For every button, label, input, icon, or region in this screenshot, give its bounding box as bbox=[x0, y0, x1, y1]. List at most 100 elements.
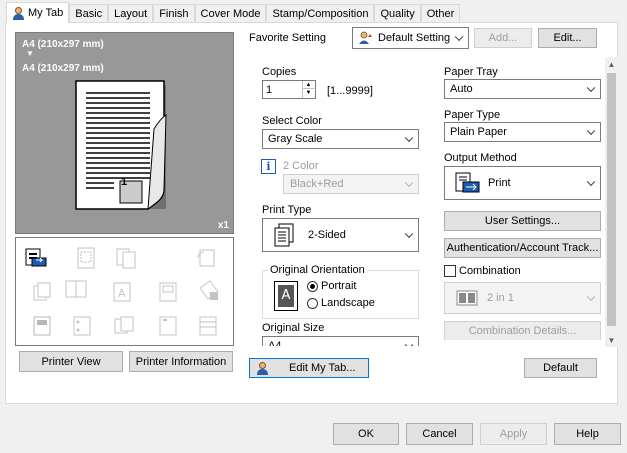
edit-favorite-button[interactable]: Edit... bbox=[538, 28, 597, 48]
output-method-dropdown[interactable]: Print bbox=[444, 166, 601, 200]
scroll-up-icon[interactable]: ▲ bbox=[605, 57, 618, 71]
tab-label: Finish bbox=[159, 7, 189, 20]
cancel-button[interactable]: Cancel bbox=[406, 423, 473, 445]
paper-type-dropdown[interactable]: Plain Paper bbox=[444, 122, 601, 142]
favorite-user-icon bbox=[359, 31, 372, 44]
copies-badge: x1 bbox=[217, 220, 229, 231]
two-color-dropdown[interactable]: Black+Red bbox=[283, 174, 419, 194]
original-size-dropdown[interactable]: A4 bbox=[262, 336, 419, 346]
tab-cover-mode[interactable]: Cover Mode bbox=[194, 4, 267, 23]
combination-label: Combination bbox=[459, 265, 521, 277]
tab-label: My Tab bbox=[28, 6, 64, 19]
paper-type-value: Plain Paper bbox=[450, 126, 507, 138]
favorite-setting-select[interactable]: Default Setting bbox=[352, 27, 469, 49]
chevron-down-icon bbox=[404, 133, 414, 143]
help-button[interactable]: Help bbox=[554, 423, 621, 445]
user-icon bbox=[256, 361, 269, 375]
duplex-icon[interactable] bbox=[114, 246, 138, 270]
two-color-label: 2 Color bbox=[283, 160, 319, 172]
two-sided-icon bbox=[274, 223, 294, 247]
print-output-icon bbox=[455, 172, 480, 193]
tab-label: Other bbox=[426, 7, 455, 20]
edit-my-tab-label: Edit My Tab... bbox=[289, 362, 356, 374]
paper-size-output: A4 (210x297 mm) bbox=[22, 63, 104, 74]
tab-label: Cover Mode bbox=[200, 7, 261, 20]
tab-basic[interactable]: Basic bbox=[69, 4, 109, 23]
chevron-down-icon bbox=[404, 340, 414, 346]
printer-view-button[interactable]: Printer View bbox=[19, 351, 123, 372]
combination-details-clip: Combination Details... bbox=[444, 321, 601, 340]
apply-button[interactable]: Apply bbox=[480, 423, 547, 445]
authentication-account-track-button[interactable]: Authentication/Account Track... bbox=[444, 238, 601, 258]
document-preview-icon bbox=[75, 80, 167, 211]
cover-sheet-icon[interactable] bbox=[196, 314, 220, 338]
tab-stamp-composition[interactable]: Stamp/Composition bbox=[266, 4, 375, 23]
two-color-value: Black+Red bbox=[290, 178, 344, 190]
select-color-value: Gray Scale bbox=[268, 133, 323, 145]
copies-stepper[interactable]: ▲ ▼ bbox=[302, 81, 314, 98]
print-type-dropdown[interactable]: 2-Sided bbox=[262, 218, 419, 252]
tab-my-tab[interactable]: My Tab bbox=[6, 2, 70, 23]
punch-icon[interactable] bbox=[70, 314, 94, 338]
user-settings-button[interactable]: User Settings... bbox=[444, 211, 601, 231]
text-page-icon[interactable]: A bbox=[110, 280, 134, 304]
paper-tray-label: Paper Tray bbox=[444, 66, 498, 78]
favorite-setting-label: Favorite Setting bbox=[249, 32, 327, 44]
combination-checkbox[interactable] bbox=[444, 265, 456, 277]
tab-layout[interactable]: Layout bbox=[108, 4, 154, 23]
edit-my-tab-button[interactable]: Edit My Tab... bbox=[249, 358, 369, 378]
paper-tray-dropdown[interactable]: Auto bbox=[444, 79, 601, 99]
info-icon[interactable]: i bbox=[261, 159, 276, 174]
print-type-label: Print Type bbox=[262, 204, 312, 216]
combination-value: 2 in 1 bbox=[487, 292, 514, 304]
favorite-setting-value: Default Setting bbox=[378, 32, 451, 44]
layout-page-icon[interactable] bbox=[156, 280, 180, 304]
chevron-down-icon bbox=[586, 177, 596, 187]
rotate-icon[interactable] bbox=[194, 246, 218, 270]
booklet-icon[interactable] bbox=[64, 278, 88, 302]
settings-scrollbar[interactable]: ▲ ▼ bbox=[605, 57, 618, 347]
stepper-up-icon[interactable]: ▲ bbox=[303, 81, 314, 89]
two-in-one-icon bbox=[456, 290, 478, 306]
chevron-down-icon bbox=[404, 178, 414, 188]
paper-size-icon[interactable] bbox=[74, 246, 98, 270]
lock-job-icon[interactable] bbox=[196, 278, 220, 302]
stack-icon[interactable] bbox=[30, 280, 54, 304]
svg-text:A: A bbox=[118, 287, 126, 300]
tab-label: Basic bbox=[75, 7, 103, 20]
tab-bar: My Tab Basic Layout Finish Cover Mode St… bbox=[6, 2, 461, 23]
page-number: 1 bbox=[121, 176, 128, 188]
combination-details-button[interactable]: Combination Details... bbox=[444, 321, 601, 340]
copies-label: Copies bbox=[262, 66, 297, 78]
copies-range: [1...9999] bbox=[327, 85, 373, 97]
original-size-label: Original Size bbox=[262, 322, 325, 334]
tab-other[interactable]: Other bbox=[420, 4, 461, 23]
chevron-down-icon bbox=[454, 32, 464, 42]
default-button[interactable]: Default bbox=[524, 358, 597, 378]
scroll-down-icon[interactable]: ▼ bbox=[605, 333, 618, 347]
original-size-value: A4 bbox=[268, 340, 282, 346]
select-color-dropdown[interactable]: Gray Scale bbox=[262, 129, 419, 149]
portrait-radio[interactable] bbox=[307, 281, 318, 292]
arrow-down-icon: ▼ bbox=[26, 49, 34, 58]
paper-size-original: A4 (210x297 mm) bbox=[22, 39, 104, 50]
user-icon bbox=[12, 6, 25, 20]
add-favorite-button[interactable]: Add... bbox=[474, 28, 532, 48]
tab-label: Stamp/Composition bbox=[272, 7, 369, 20]
printer-information-button[interactable]: Printer Information bbox=[129, 351, 233, 372]
landscape-radio[interactable] bbox=[307, 298, 318, 309]
portrait-label: Portrait bbox=[321, 280, 357, 292]
combination-dropdown[interactable]: 2 in 1 bbox=[444, 282, 601, 314]
document-icon[interactable] bbox=[30, 314, 54, 338]
scrollbar-thumb[interactable] bbox=[607, 73, 616, 326]
ok-button[interactable]: OK bbox=[333, 423, 399, 445]
staple-icon[interactable] bbox=[156, 314, 180, 338]
multi-page-icon[interactable] bbox=[112, 314, 136, 338]
print-type-value: 2-Sided bbox=[308, 229, 346, 241]
print-output-icon[interactable] bbox=[24, 246, 48, 270]
tab-finish[interactable]: Finish bbox=[153, 4, 195, 23]
copies-value: 1 bbox=[266, 83, 273, 96]
tab-quality[interactable]: Quality bbox=[374, 4, 421, 23]
print-preview: A4 (210x297 mm) ▼ A4 (210x297 mm) 1 x1 bbox=[15, 32, 234, 234]
stepper-down-icon[interactable]: ▼ bbox=[303, 89, 314, 97]
